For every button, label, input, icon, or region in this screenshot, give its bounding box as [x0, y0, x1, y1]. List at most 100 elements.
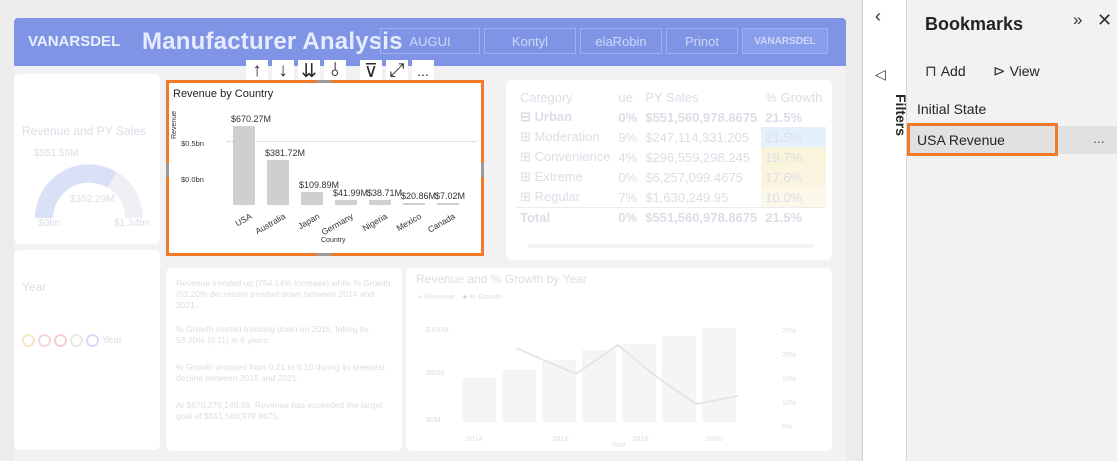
step-icon[interactable] [70, 334, 83, 347]
table-row[interactable]: ⊞ Convenience 4% $296,559,298.245 19.7% [516, 147, 827, 167]
view-bookmark-button[interactable]: ⊳ View [993, 62, 1040, 80]
table-row[interactable]: ⊞ Extreme 0% $6,257,099.4675 17.6% [516, 167, 827, 187]
table-header[interactable]: Category [516, 88, 614, 107]
resize-handle[interactable] [317, 80, 331, 83]
table-cell: Total [520, 210, 551, 225]
add-bookmark-icon: ⊓ [925, 63, 937, 80]
category-table-card[interactable]: Category ue PY Sales % Growth ⊟ Urban 0%… [506, 80, 832, 260]
more-options-icon[interactable]: ... [1093, 130, 1105, 146]
combo-chart-legend: ● Revenue ● % Growth [418, 292, 502, 301]
y-right-tick: 25% [782, 328, 797, 335]
rewind-icon[interactable] [38, 334, 51, 347]
category-label: Japan [295, 211, 321, 232]
chart-bar[interactable] [267, 160, 289, 205]
table-cell: 19.7% [761, 147, 827, 167]
y-axis-tick: $0.5bn [181, 139, 204, 148]
table-header[interactable]: PY Sales [641, 88, 761, 107]
table-cell: $247,114,331.205 [645, 129, 750, 145]
gauge-mid-value: $352.29M [70, 194, 115, 205]
chart-bar[interactable] [301, 192, 323, 205]
narrative-paragraph: % Growth started trending down on 2015, … [176, 324, 369, 345]
header-tab[interactable]: Prinot [666, 28, 738, 54]
table-cell: ⊞ Regular [520, 189, 581, 204]
expand-icon[interactable]: ⊞ [520, 189, 531, 204]
resize-handle[interactable] [317, 253, 331, 256]
table-cell: ⊞ Extreme [520, 169, 583, 184]
table-cell: 0% [618, 210, 638, 225]
y-axis-tick: $0.0bn [181, 175, 204, 184]
table-cell: 17.6% [761, 167, 827, 187]
bookmark-item[interactable]: Initial State [907, 95, 1117, 123]
chart-bar [462, 378, 496, 422]
header-tab[interactable]: elaRobin [580, 28, 662, 54]
header-tab[interactable]: Kontyl [484, 28, 576, 54]
category-label: USA [232, 211, 253, 229]
header-tab[interactable]: AUGUI [380, 28, 480, 54]
chart-bar [542, 360, 576, 422]
table-header[interactable]: ue [614, 88, 641, 107]
arrow-up-icon[interactable]: ↑ [246, 60, 268, 82]
category-label: Nigeria [360, 211, 389, 234]
play-icon[interactable] [22, 334, 35, 347]
smart-narrative-card[interactable]: Revenue trended up (754.14% increase) wh… [166, 268, 402, 451]
revenue-by-country-visual[interactable]: Revenue by Country Revenue $0.5bn $0.0bn… [166, 80, 484, 256]
expand-hierarchy-icon[interactable]: ⫰ [324, 60, 346, 82]
table-cell: $6,257,099.4675 [645, 169, 743, 185]
x-axis-label: Country [321, 237, 346, 244]
filter-icon[interactable]: ⊽ [360, 60, 382, 82]
chart-bar[interactable] [403, 202, 425, 205]
collapse-icon[interactable]: ⊟ [520, 109, 531, 124]
chart-bar[interactable] [369, 200, 391, 205]
chart-bar[interactable] [335, 200, 357, 205]
year-slicer-card[interactable]: Year Year [14, 250, 160, 450]
collapse-pane-icon[interactable]: » [1073, 10, 1082, 30]
data-label: $41.99M [333, 188, 369, 199]
add-bookmark-button[interactable]: ⊓ Add [925, 62, 966, 80]
category-table: Category ue PY Sales % Growth ⊟ Urban 0%… [516, 88, 827, 228]
table-row[interactable]: ⊞ Regular 7% $1,630,249.95 10.0% [516, 187, 827, 208]
report-title: Manufacturer Analysis [142, 28, 403, 55]
chart-bar[interactable] [437, 203, 459, 205]
expand-icon[interactable]: ⊞ [520, 149, 531, 164]
bar-plot-area: $670.27M USA $381.72M Australia $109.89M Japa… [227, 103, 487, 237]
focus-mode-icon[interactable]: ⤢ [386, 60, 408, 82]
table-cell: 7% [618, 189, 638, 205]
chart-bar [582, 350, 616, 422]
year-slicer-title: Year [22, 280, 47, 294]
chart-bar [502, 370, 536, 422]
filter-pane-icon[interactable]: ◁ [875, 66, 886, 83]
arrow-down-icon[interactable]: ↓ [272, 60, 294, 82]
y-right-tick: 10% [782, 400, 797, 407]
chevron-left-icon[interactable]: ‹ [875, 6, 881, 27]
horizontal-scrollbar[interactable] [528, 244, 814, 248]
double-arrow-down-icon[interactable]: ⇊ [298, 60, 320, 82]
expand-icon[interactable]: ⊞ [520, 129, 531, 144]
table-row[interactable]: ⊟ Urban 0% $551,560,978.8675 21.5% [516, 107, 826, 127]
table-cell: 21.5% [761, 127, 827, 147]
y-axis-tick: $50M [426, 368, 445, 377]
gauge-min: $0bn [38, 218, 61, 229]
gauge-card[interactable]: Revenue and PY Sales $551.56M $352.29M $… [14, 74, 160, 244]
expand-icon[interactable]: ⊞ [520, 169, 531, 184]
table-cell: 9% [618, 129, 638, 145]
table-cell: 0% [618, 109, 638, 125]
table-cell: $551,560,978.8675 [645, 210, 758, 225]
table-header[interactable]: % Growth [761, 88, 826, 107]
more-options-icon[interactable]: ... [412, 60, 434, 82]
stop-icon[interactable] [54, 334, 67, 347]
resize-handle[interactable] [166, 163, 169, 177]
table-total-row: Total 0% $551,560,978.8675 21.5% [516, 207, 827, 228]
table-row[interactable]: ⊞ Moderation 9% $247,114,331.205 21.5% [516, 127, 827, 147]
close-icon[interactable]: ✕ [1097, 10, 1112, 31]
data-label: $7.02M [435, 191, 466, 201]
x-axis-tick: 2018 [632, 434, 649, 443]
narrative-paragraph: At $670,270,149.99, Revenue has exceeded… [176, 400, 383, 421]
filters-pane: ‹ ◁ Filters [862, 0, 909, 461]
x-axis-tick: 2014 [466, 434, 483, 443]
fast-forward-icon[interactable] [86, 334, 99, 347]
y-right-tick: 15% [782, 376, 797, 383]
chart-title: Revenue by Country [173, 88, 274, 100]
chart-bar[interactable] [233, 126, 255, 205]
resize-handle[interactable] [481, 163, 484, 177]
combo-chart-card[interactable]: Revenue and % Growth by Year ● Revenue ●… [406, 268, 832, 451]
